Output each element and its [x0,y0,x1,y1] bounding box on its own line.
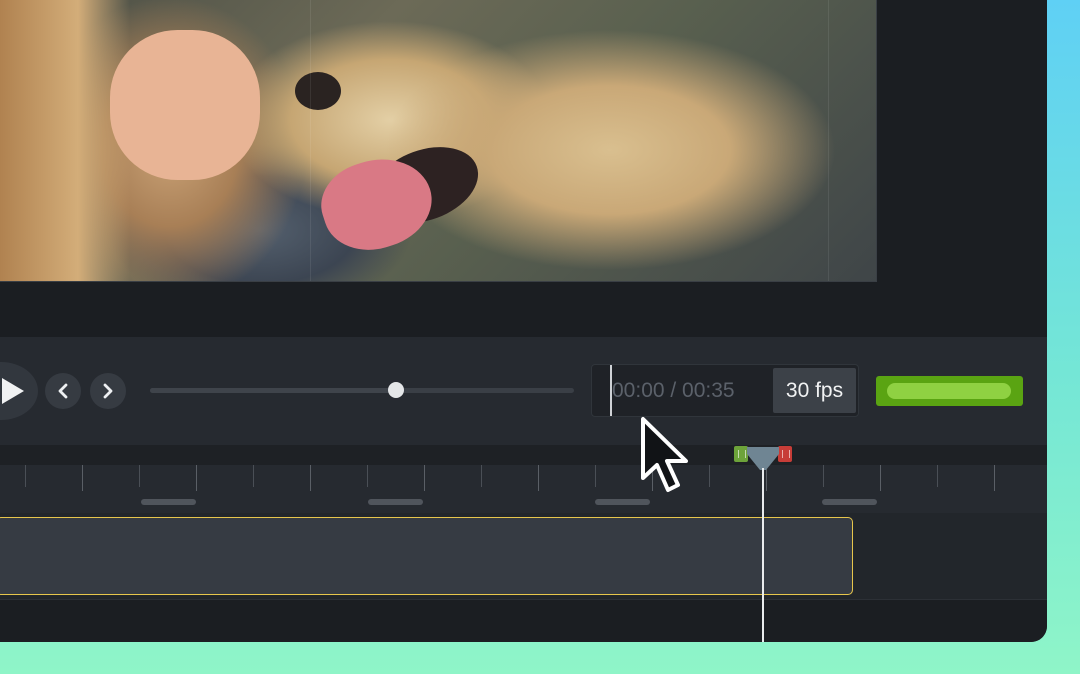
ruler-label [141,499,196,505]
playhead-line [762,468,764,642]
ruler-tick [139,465,140,487]
ruler-tick [823,465,824,487]
chevron-right-icon [103,383,113,399]
ruler-tick [253,465,254,487]
ruler-tick [595,465,596,487]
ruler-tick [82,465,83,491]
previous-frame-button[interactable] [45,373,81,409]
ruler-label [595,499,650,505]
ruler-tick [937,465,938,487]
ruler-tick [709,465,710,487]
timeline [0,445,1047,642]
scrubber-progress [150,388,396,393]
preview-guide-line [828,0,829,281]
play-icon [2,378,24,404]
ruler-tick [880,465,881,491]
timecode-input[interactable]: 00:00 / 00:35 [610,365,735,416]
next-frame-button[interactable] [90,373,126,409]
preview-image-detail [110,30,260,180]
playhead[interactable] [734,446,792,642]
ruler-label [822,499,877,505]
ruler-tick [196,465,197,491]
video-preview[interactable] [0,0,877,282]
editor-window: 00:00 / 00:35 30 fps [0,0,1047,642]
preview-image-detail [0,0,130,281]
ruler-tick [994,465,995,491]
timecode-box: 00:00 / 00:35 30 fps [591,364,859,417]
timeline-header [0,445,1047,465]
ruler-tick [310,465,311,491]
scrubber-track[interactable] [150,382,574,398]
preview-guide-line [310,0,311,281]
video-track [0,513,1047,599]
frame-rate-selector[interactable]: 30 fps [773,368,856,413]
playback-controls: 00:00 / 00:35 30 fps [0,337,1047,445]
time-ruler[interactable] [0,465,1047,513]
chevron-left-icon [58,383,68,399]
mouse-pointer-icon [641,417,688,492]
ruler-tick [481,465,482,487]
ruler-label [368,499,423,505]
track-divider [0,599,1047,600]
export-button-label-placeholder [887,383,1011,399]
scrubber-handle[interactable] [387,382,404,398]
ruler-tick [424,465,425,491]
export-button[interactable] [876,376,1023,406]
ruler-tick [25,465,26,487]
ruler-tick [367,465,368,487]
play-button[interactable] [0,362,38,420]
ruler-tick [538,465,539,491]
preview-area [0,0,1047,337]
video-clip[interactable] [0,517,853,595]
preview-image-detail [295,72,341,110]
